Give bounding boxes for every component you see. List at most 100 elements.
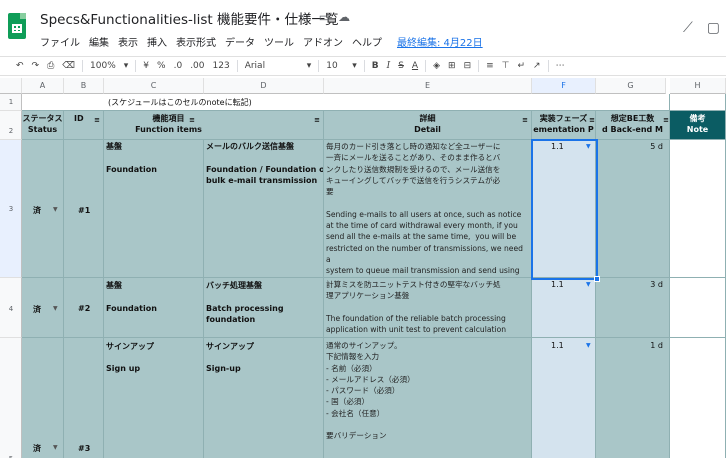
font-size-chevron-down-icon[interactable]: ▾ <box>348 61 361 71</box>
filter-icon[interactable]: ≡ <box>94 115 100 126</box>
filter-icon[interactable]: ≡ <box>189 115 195 126</box>
detail-cell[interactable]: 通常のサインアップ。 下記情報を入力 - 名前（必須） - メールアドレス（必須… <box>324 338 532 458</box>
folder-icon[interactable]: ▭ <box>319 10 330 24</box>
last-edit-link[interactable]: 最終編集: 4月22日 <box>397 34 483 49</box>
row-header-1[interactable]: 1 <box>0 94 22 111</box>
column-header-c[interactable]: C <box>104 78 204 94</box>
align-horizontal-icon[interactable]: ≡ <box>482 61 498 71</box>
header-backend-md[interactable]: 想定BE工数 d Back-end M ≡ <box>596 111 670 140</box>
backend-md-cell[interactable]: 1 d <box>596 338 670 458</box>
id-cell[interactable]: #2 <box>64 278 104 338</box>
backend-md-cell[interactable]: 5 d <box>596 140 670 278</box>
header-implementation-phase[interactable]: 実装フェーズ ementation P ≡ <box>532 111 596 140</box>
filter-icon[interactable]: ≡ <box>589 115 595 126</box>
category-cell[interactable]: 基盤 Foundation <box>104 278 204 338</box>
menu-help[interactable]: ヘルプ <box>352 34 382 49</box>
status-cell[interactable]: 済 ▼ <box>22 338 64 458</box>
function-name-cell[interactable]: メールのバルク送信基盤 Foundation / Foundation of b… <box>204 140 324 278</box>
menu-addons[interactable]: アドオン <box>303 34 343 49</box>
menu-tools[interactable]: ツール <box>264 34 294 49</box>
decrease-decimal-button[interactable]: .0 <box>170 61 187 71</box>
font-select[interactable]: Arial <box>241 61 303 71</box>
select-all-corner[interactable] <box>0 78 22 94</box>
detail-cell[interactable]: 計算ミスを防ユニットテスト付きの堅牢なバッチ処 理アプリケーション基盤 The … <box>324 278 532 338</box>
row-header-3[interactable]: 3 <box>0 140 22 278</box>
document-title[interactable]: Specs&Functionalities-list 機能要件・仕様一覧 <box>40 8 339 28</box>
status-cell[interactable]: 済 ▼ <box>22 278 64 338</box>
column-header-a[interactable]: A <box>22 78 64 94</box>
column-header-g[interactable]: G <box>596 78 666 94</box>
phase-dropdown-icon[interactable]: ▼ <box>586 143 591 150</box>
menu-view[interactable]: 表示 <box>118 34 138 49</box>
column-header-d[interactable]: D <box>204 78 324 94</box>
star-icon[interactable]: ☆ <box>300 10 311 24</box>
currency-button[interactable]: ¥ <box>139 61 153 71</box>
row-header-5[interactable]: 5 <box>0 338 22 458</box>
column-header-e[interactable]: E <box>324 78 532 94</box>
filter-icon[interactable]: ≡ <box>314 115 320 126</box>
undo-icon[interactable]: ↶ <box>12 61 28 71</box>
sheets-logo-icon[interactable] <box>8 13 26 39</box>
strikethrough-button[interactable]: S <box>394 61 408 71</box>
redo-icon[interactable]: ↷ <box>28 61 44 71</box>
detail-cell[interactable]: 毎月のカード引き落とし時の通知など全ユーザーに 一斉にメールを送ることがあり、そ… <box>324 140 532 278</box>
menu-file[interactable]: ファイル <box>40 34 80 49</box>
phase-cell[interactable]: 1.1 ▼ <box>532 338 596 458</box>
note-cell[interactable] <box>670 140 726 278</box>
category-cell[interactable]: 基盤 Foundation <box>104 140 204 278</box>
status-dropdown-icon[interactable]: ▼ <box>53 305 58 312</box>
percent-button[interactable]: % <box>153 61 170 71</box>
more-options-icon[interactable]: ⋯ <box>552 61 569 71</box>
filter-icon[interactable]: ≡ <box>522 115 528 126</box>
row1-note-cell[interactable] <box>670 94 726 111</box>
header-status[interactable]: ステータス Status <box>22 111 64 140</box>
status-dropdown-icon[interactable]: ▼ <box>53 444 58 451</box>
row-header-2[interactable]: 2 <box>0 111 22 140</box>
zoom-chevron-down-icon[interactable]: ▾ <box>120 61 133 71</box>
text-color-button[interactable]: A <box>408 61 422 71</box>
phase-cell[interactable]: 1.1 ▼ <box>532 140 596 278</box>
function-name-cell[interactable]: サインアップ Sign-up <box>204 338 324 458</box>
note-cell[interactable] <box>670 278 726 338</box>
fill-color-icon[interactable]: ◈ <box>429 61 444 71</box>
paint-format-icon[interactable]: ⌫ <box>58 61 79 71</box>
zoom-select[interactable]: 100% <box>86 61 120 71</box>
menu-data[interactable]: データ <box>225 34 255 49</box>
function-name-cell[interactable]: バッチ処理基盤 Batch processing foundation <box>204 278 324 338</box>
text-wrap-icon[interactable]: ↵ <box>514 61 530 71</box>
header-note[interactable]: 備考 Note <box>670 111 726 140</box>
column-header-h[interactable]: H <box>670 78 726 94</box>
status-cell[interactable]: 済 ▼ <box>22 140 64 278</box>
italic-button[interactable]: I <box>383 61 395 71</box>
column-header-b[interactable]: B <box>64 78 104 94</box>
header-function-items[interactable]: 機能項目 Function items ≡ ≡ <box>104 111 324 140</box>
id-cell[interactable]: #1 <box>64 140 104 278</box>
phase-dropdown-icon[interactable]: ▼ <box>586 342 591 349</box>
category-cell[interactable]: サインアップ Sign up <box>104 338 204 458</box>
text-rotate-icon[interactable]: ↗ <box>529 61 545 71</box>
phase-cell[interactable]: 1.1 ▼ <box>532 278 596 338</box>
row1-cell[interactable]: (スケジュールはこのセルのnoteに転記) <box>22 94 670 111</box>
print-icon[interactable]: ⎙ <box>43 61 58 71</box>
header-detail[interactable]: 詳細 Detail ≡ <box>324 111 532 140</box>
menu-edit[interactable]: 編集 <box>89 34 109 49</box>
column-header-f[interactable]: F <box>532 78 596 94</box>
phase-dropdown-icon[interactable]: ▼ <box>586 281 591 288</box>
font-size-select[interactable]: 10 <box>322 61 348 71</box>
merge-cells-icon[interactable]: ⊟ <box>460 61 476 71</box>
backend-md-cell[interactable]: 3 d <box>596 278 670 338</box>
font-chevron-down-icon[interactable]: ▾ <box>303 61 316 71</box>
align-vertical-icon[interactable]: ⊤ <box>498 61 514 71</box>
increase-decimal-button[interactable]: .00 <box>186 61 208 71</box>
more-formats-button[interactable]: 123 <box>209 61 234 71</box>
header-id[interactable]: ID ≡ <box>64 111 104 140</box>
borders-icon[interactable]: ⊞ <box>444 61 460 71</box>
bold-button[interactable]: B <box>368 61 383 71</box>
menu-format[interactable]: 表示形式 <box>176 34 216 49</box>
cloud-icon[interactable]: ☁ <box>338 10 350 24</box>
activity-trend-icon[interactable]: ⟋ <box>683 20 693 36</box>
comment-icon[interactable]: ▢ <box>707 20 720 36</box>
filter-icon[interactable]: ≡ <box>663 115 669 126</box>
id-cell[interactable]: #3 <box>64 338 104 458</box>
row-header-4[interactable]: 4 <box>0 278 22 338</box>
